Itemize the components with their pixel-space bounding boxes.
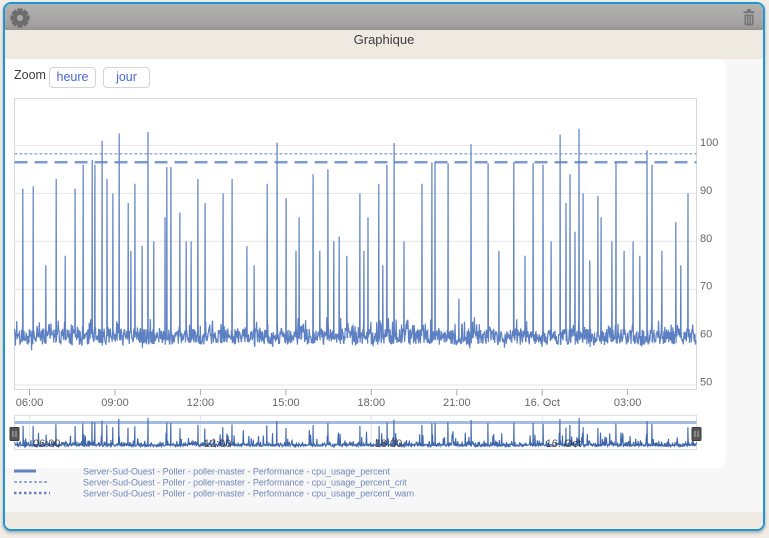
svg-text:80: 80	[700, 233, 712, 245]
svg-text:90: 90	[700, 185, 712, 197]
svg-text:16. Oct: 16. Oct	[524, 397, 559, 409]
svg-text:Server-Sud-Ouest - Poller - po: Server-Sud-Ouest - Poller - poller-maste…	[83, 467, 390, 477]
svg-text:50: 50	[700, 377, 712, 389]
svg-text:18:00: 18:00	[375, 438, 403, 450]
svg-text:21:00: 21:00	[443, 397, 471, 409]
svg-text:16. Oct: 16. Oct	[546, 438, 581, 450]
svg-text:06:00: 06:00	[16, 397, 44, 409]
svg-text:12:00: 12:00	[204, 438, 232, 450]
svg-text:06:00: 06:00	[33, 438, 61, 450]
svg-text:09:00: 09:00	[101, 397, 129, 409]
svg-text:15:00: 15:00	[272, 397, 300, 409]
svg-text:70: 70	[700, 281, 712, 293]
svg-text:18:00: 18:00	[358, 397, 386, 409]
svg-text:Server-Sud-Ouest - Poller - po: Server-Sud-Ouest - Poller - poller-maste…	[83, 489, 414, 499]
svg-text:12:00: 12:00	[187, 397, 215, 409]
svg-text:60: 60	[700, 329, 712, 341]
svg-text:03:00: 03:00	[614, 397, 642, 409]
svg-text:Server-Sud-Ouest - Poller - po: Server-Sud-Ouest - Poller - poller-maste…	[83, 478, 407, 488]
svg-text:100: 100	[700, 137, 718, 149]
